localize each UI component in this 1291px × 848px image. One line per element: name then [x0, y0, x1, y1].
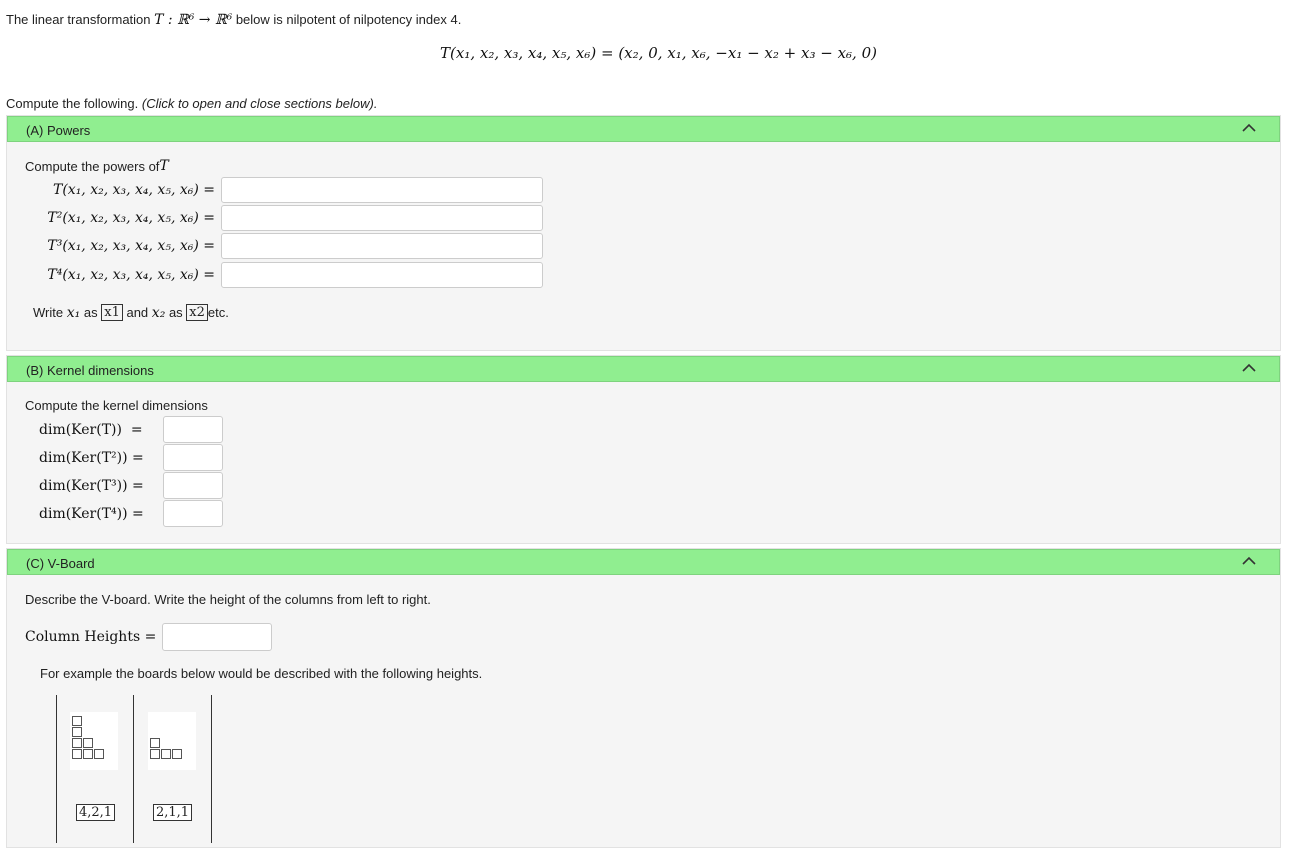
power-input-4[interactable]	[221, 262, 543, 288]
kernel-input-2[interactable]	[163, 444, 223, 471]
vboard-cell	[72, 749, 82, 759]
kernel-row-1: dim(Ker(T)) =	[39, 416, 223, 443]
vboard-cell	[150, 738, 160, 748]
power-input-2[interactable]	[221, 205, 543, 231]
power-input-3[interactable]	[221, 233, 543, 259]
board-divider	[133, 695, 134, 843]
power-label-2: T²(x₁, x₂, x₃, x₄, x₅, x₆) =	[47, 210, 215, 226]
kernel-label-4: dim(Ker(T⁴)) =	[39, 505, 144, 522]
power-row-3: T³(x₁, x₂, x₃, x₄, x₅, x₆) =	[25, 233, 543, 259]
example-text: For example the boards below would be de…	[40, 666, 483, 681]
example-caption-1: 4,2,1	[76, 804, 116, 821]
variable-naming-hint: Write x₁ as x1 and x₂ as x2 etc.	[33, 304, 229, 321]
column-heights-input[interactable]	[162, 623, 273, 651]
vboard-cell	[72, 727, 82, 737]
vboard-cell	[172, 749, 182, 759]
board-divider	[211, 695, 212, 843]
power-row-2: T²(x₁, x₂, x₃, x₄, x₅, x₆) =	[25, 205, 543, 231]
section-vboard-title: (C) V-Board	[26, 556, 95, 571]
compute-prompt: Compute the following. (Click to open an…	[6, 96, 378, 111]
section-kernel: (B) Kernel dimensions Compute the kernel…	[6, 355, 1281, 544]
x1-example-box: x1	[101, 304, 123, 321]
power-row-1: T(x₁, x₂, x₃, x₄, x₅, x₆) =	[25, 177, 543, 203]
section-powers-header[interactable]: (A) Powers	[7, 116, 1280, 142]
power-label-4: T⁴(x₁, x₂, x₃, x₄, x₅, x₆) =	[47, 267, 215, 283]
section-vboard: (C) V-Board Describe the V-board. Write …	[6, 548, 1281, 848]
vboard-cell	[94, 749, 104, 759]
kernel-label-1: dim(Ker(T)) =	[39, 421, 143, 438]
kernel-prompt: Compute the kernel dimensions	[25, 398, 208, 413]
power-row-4: T⁴(x₁, x₂, x₃, x₄, x₅, x₆) =	[25, 262, 543, 288]
transformation-formula: T(x₁, x₂, x₃, x₄, x₅, x₆) = (x₂, 0, x₁, …	[440, 44, 877, 62]
compute-hint: (Click to open and close sections below)…	[141, 96, 378, 111]
chevron-up-icon[interactable]	[1241, 120, 1257, 136]
kernel-label-2: dim(Ker(T²)) =	[39, 449, 144, 466]
intro-text: The linear transformation T : ℝ⁶ → ℝ⁶ be…	[6, 12, 462, 28]
kernel-input-3[interactable]	[163, 472, 223, 499]
kernel-row-4: dim(Ker(T⁴)) =	[39, 500, 223, 527]
kernel-input-4[interactable]	[163, 500, 223, 527]
section-kernel-header[interactable]: (B) Kernel dimensions	[7, 356, 1280, 382]
section-vboard-header[interactable]: (C) V-Board	[7, 549, 1280, 575]
vboard-prompt: Describe the V-board. Write the height o…	[25, 592, 431, 607]
kernel-row-2: dim(Ker(T²)) =	[39, 444, 223, 471]
power-input-1[interactable]	[221, 177, 543, 203]
vboard-cell	[161, 749, 171, 759]
vboard-cell	[150, 749, 160, 759]
example-caption-2: 2,1,1	[153, 804, 193, 821]
vboard-cell	[83, 749, 93, 759]
board-divider	[56, 695, 57, 843]
column-heights-label: Column Heights =	[25, 629, 157, 645]
power-label-3: T³(x₁, x₂, x₃, x₄, x₅, x₆) =	[47, 238, 215, 254]
power-label-1: T(x₁, x₂, x₃, x₄, x₅, x₆) =	[53, 182, 215, 198]
section-kernel-title: (B) Kernel dimensions	[26, 363, 154, 378]
x2-example-box: x2	[186, 304, 208, 321]
map-notation: T : ℝ⁶ → ℝ⁶	[154, 12, 233, 28]
kernel-label-3: dim(Ker(T³)) =	[39, 477, 144, 494]
vboard-cell	[72, 738, 82, 748]
vboard-cell	[83, 738, 93, 748]
kernel-input-1[interactable]	[163, 416, 223, 443]
chevron-up-icon[interactable]	[1241, 360, 1257, 376]
chevron-up-icon[interactable]	[1241, 553, 1257, 569]
section-powers: (A) Powers Compute the powers of T T(x₁,…	[6, 115, 1281, 351]
kernel-row-3: dim(Ker(T³)) =	[39, 472, 223, 499]
column-heights-row: Column Heights =	[25, 623, 273, 651]
section-powers-title: (A) Powers	[26, 123, 91, 138]
powers-prompt: Compute the powers of T	[25, 158, 169, 174]
vboard-cell	[72, 716, 82, 726]
